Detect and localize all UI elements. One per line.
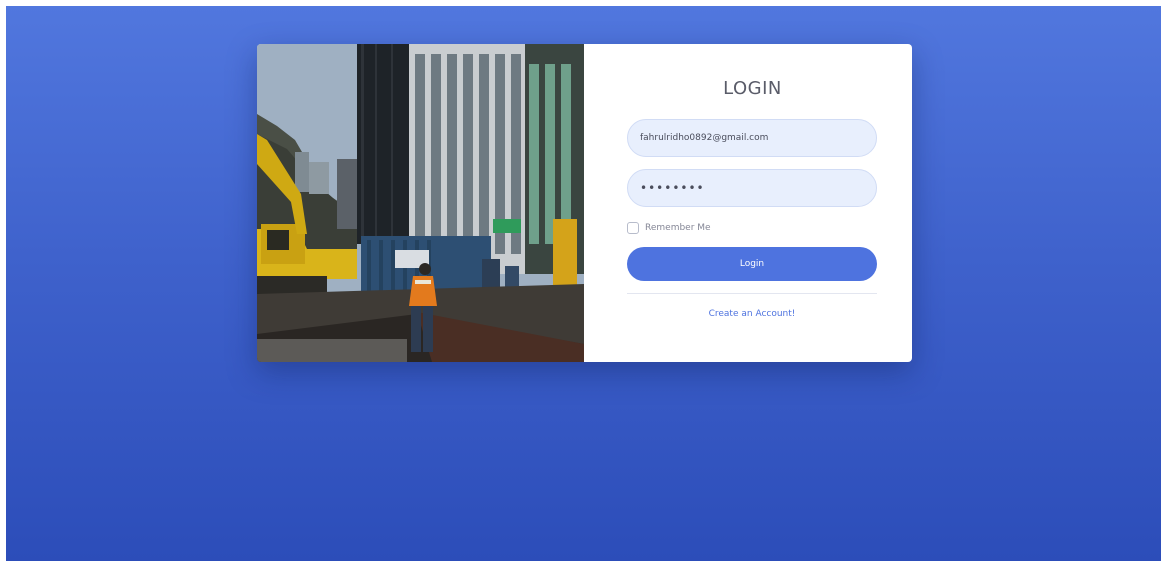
- login-button[interactable]: Login: [627, 247, 877, 281]
- login-form: LOGIN Remember Me Login Create an Accoun…: [584, 44, 912, 362]
- create-account-link[interactable]: Create an Account!: [627, 309, 877, 319]
- construction-site-image: [257, 44, 584, 362]
- form-divider: [627, 293, 877, 294]
- login-card: LOGIN Remember Me Login Create an Accoun…: [257, 44, 912, 362]
- page-background: LOGIN Remember Me Login Create an Accoun…: [6, 6, 1161, 561]
- remember-me-row[interactable]: Remember Me: [627, 221, 878, 235]
- password-input[interactable]: [627, 169, 877, 207]
- email-input[interactable]: [627, 119, 877, 157]
- remember-me-label[interactable]: Remember Me: [645, 223, 711, 233]
- remember-me-checkbox[interactable]: [627, 222, 639, 234]
- login-title: LOGIN: [723, 78, 782, 99]
- construction-photo-illustration: [257, 44, 584, 362]
